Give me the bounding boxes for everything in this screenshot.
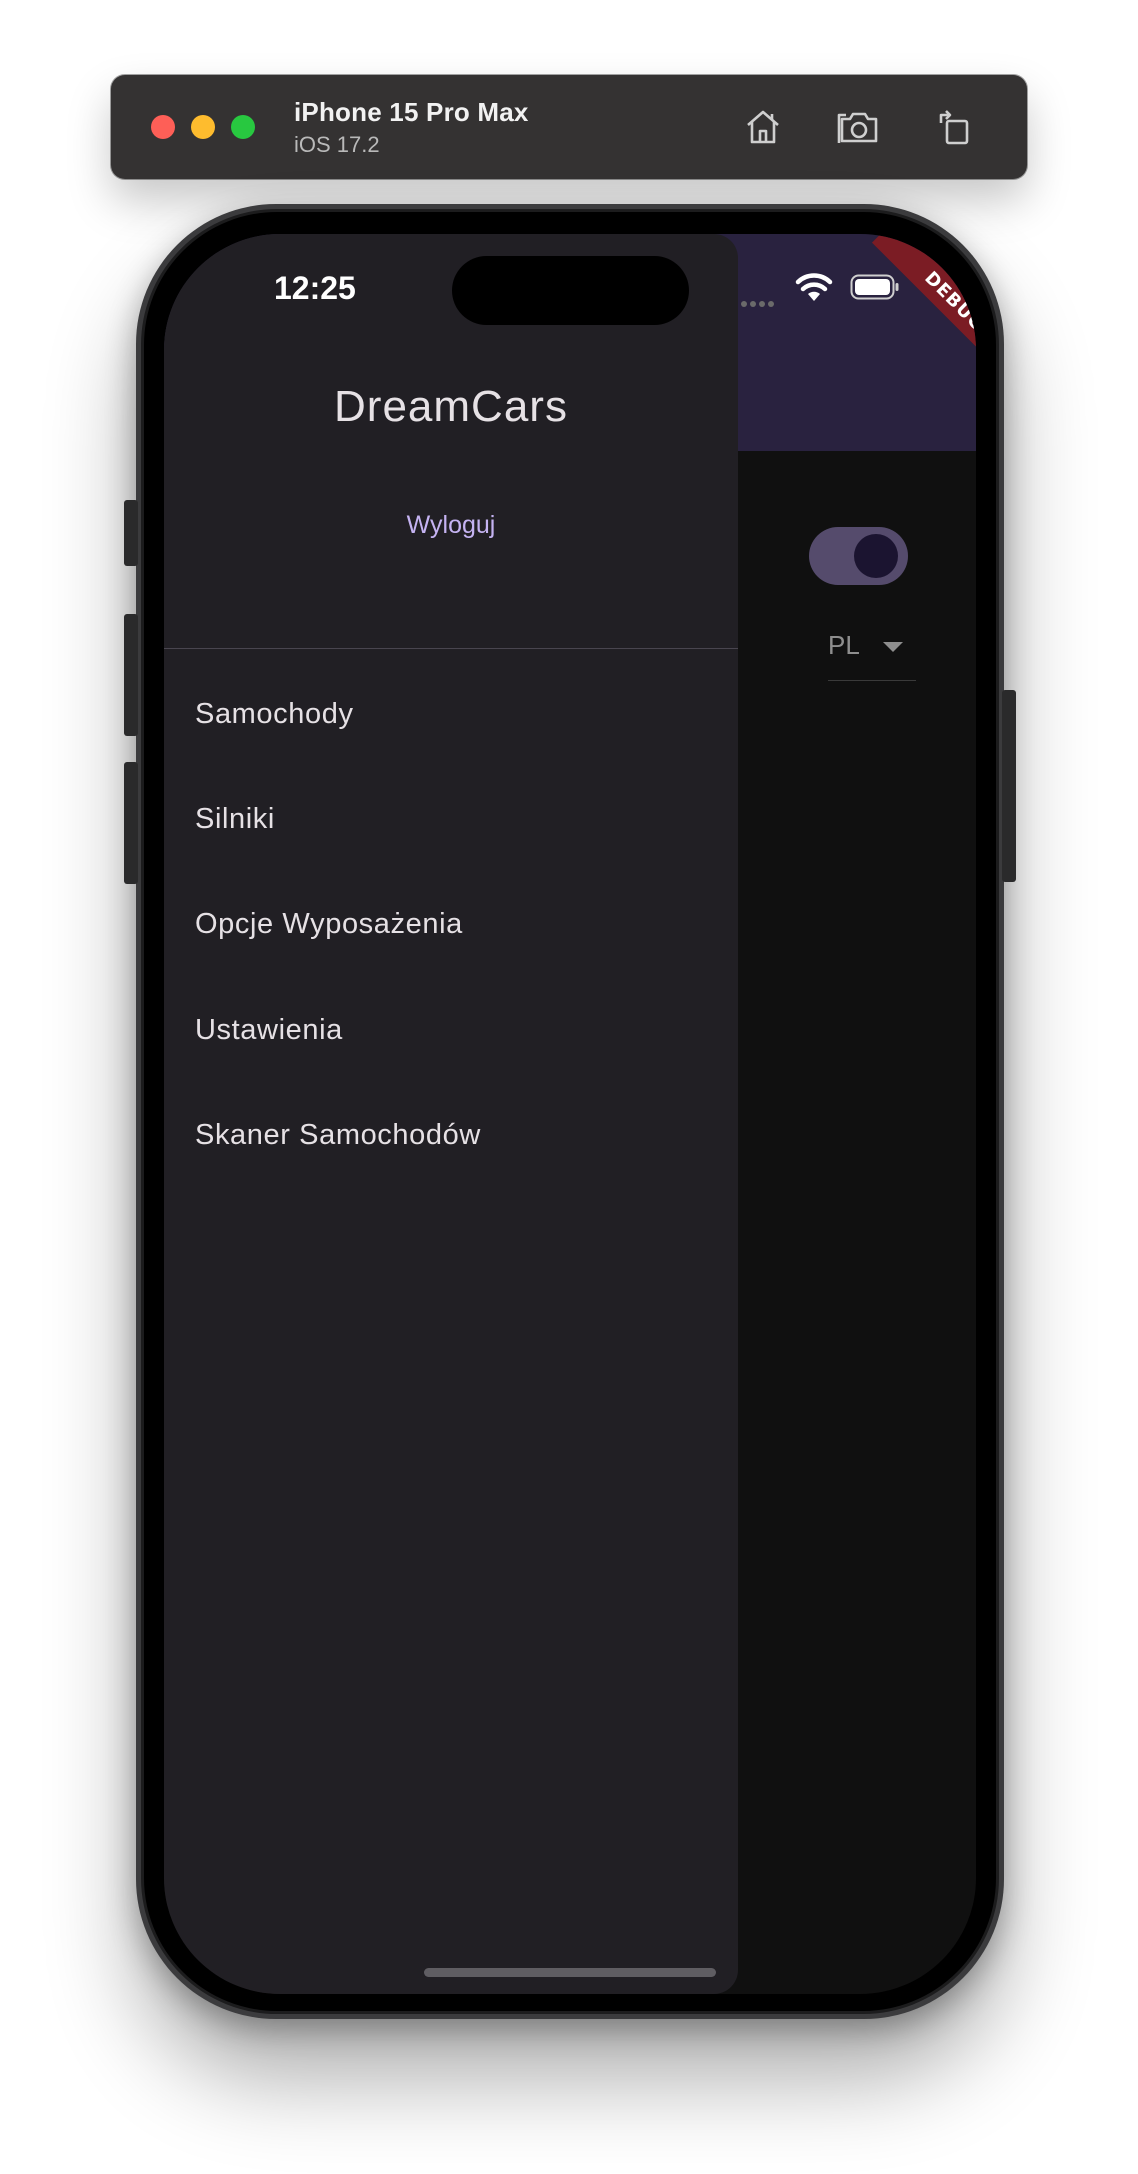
home-indicator[interactable]: [424, 1968, 716, 1977]
close-window-button[interactable]: [151, 115, 175, 139]
rotate-icon[interactable]: [931, 103, 979, 151]
drawer-item-label: Silniki: [195, 803, 275, 835]
drawer-item-equipment-options[interactable]: Opcje Wyposażenia: [164, 876, 738, 980]
wifi-icon: [795, 272, 833, 302]
screenshot-icon[interactable]: [835, 103, 883, 151]
drawer-item-settings[interactable]: Ustawienia: [164, 982, 738, 1086]
dynamic-island: [452, 256, 689, 325]
home-icon[interactable]: [739, 103, 787, 151]
battery-icon: [850, 274, 900, 300]
dropdown-arrow-icon: [883, 642, 903, 652]
drawer-item-label: Samochody: [195, 698, 354, 730]
cellular-signal-icon: [741, 294, 783, 307]
drawer-item-label: Ustawienia: [195, 1014, 343, 1046]
drawer-item-car-scanner[interactable]: Skaner Samochodów: [164, 1087, 738, 1191]
minimize-window-button[interactable]: [191, 115, 215, 139]
drawer-item-cars[interactable]: Samochody: [164, 666, 738, 770]
os-version: iOS 17.2: [294, 132, 380, 157]
power-button: [1002, 690, 1016, 882]
zoom-window-button[interactable]: [231, 115, 255, 139]
drawer-item-label: Opcje Wyposażenia: [195, 908, 463, 940]
dark-mode-toggle[interactable]: [809, 527, 908, 585]
drawer-item-label: Skaner Samochodów: [195, 1119, 481, 1151]
phone-screen: DEBUG PL 12:25 DreamCars Wyloguj Samocho…: [164, 234, 976, 1994]
logout-button[interactable]: Wyloguj: [380, 500, 522, 550]
simulator-toolbar: iPhone 15 Pro Max iOS 17.2: [111, 75, 1027, 179]
drawer-item-engines[interactable]: Silniki: [164, 771, 738, 875]
volume-up-button: [124, 614, 138, 736]
drawer-title: DreamCars: [334, 382, 568, 431]
language-value: PL: [828, 630, 860, 660]
navigation-drawer: 12:25 DreamCars Wyloguj Samochody Silnik…: [164, 234, 738, 1994]
action-button: [124, 500, 138, 566]
device-name: iPhone 15 Pro Max: [294, 97, 529, 127]
volume-down-button: [124, 762, 138, 884]
status-bar-time: 12:25: [274, 270, 356, 306]
drawer-divider: [164, 648, 738, 649]
toggle-knob: [854, 534, 898, 578]
language-dropdown[interactable]: PL: [828, 630, 916, 681]
